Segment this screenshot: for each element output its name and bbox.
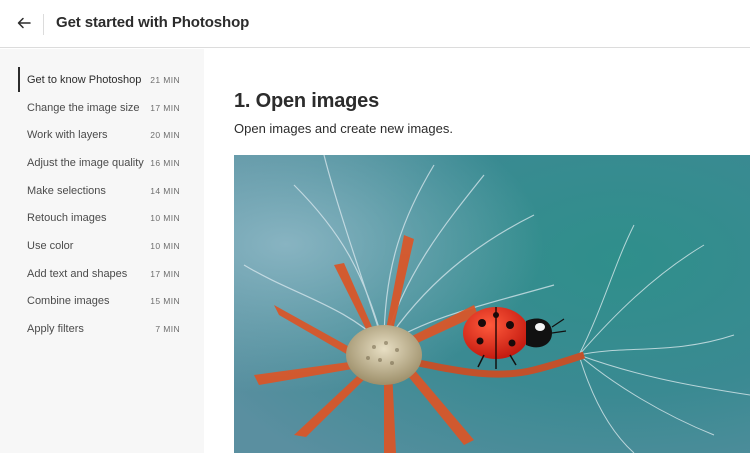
sidebar-item-label: Work with layers xyxy=(27,128,108,141)
sidebar-item-combine-images[interactable]: Combine images 15 MIN xyxy=(18,288,190,313)
sidebar-item-adjust-image-quality[interactable]: Adjust the image quality 16 MIN xyxy=(18,150,190,175)
arrow-left-icon xyxy=(17,16,31,34)
sidebar-item-work-with-layers[interactable]: Work with layers 20 MIN xyxy=(18,122,190,147)
sidebar-item-add-text-and-shapes[interactable]: Add text and shapes 17 MIN xyxy=(18,261,190,286)
sidebar-item-duration: 10 MIN xyxy=(150,240,180,251)
sidebar-item-retouch-images[interactable]: Retouch images 10 MIN xyxy=(18,205,190,230)
sidebar-item-use-color[interactable]: Use color 10 MIN xyxy=(18,233,190,258)
hero-image xyxy=(234,155,750,453)
sidebar-item-label: Adjust the image quality xyxy=(27,156,144,169)
sidebar-item-label: Make selections xyxy=(27,184,106,197)
sidebar-item-apply-filters[interactable]: Apply filters 7 MIN xyxy=(18,316,190,341)
sidebar-item-label: Add text and shapes xyxy=(27,267,128,280)
sidebar-item-label: Use color xyxy=(27,239,74,252)
sidebar-item-duration: 20 MIN xyxy=(150,129,180,140)
sidebar-item-duration: 17 MIN xyxy=(150,268,180,279)
sidebar-item-duration: 21 MIN xyxy=(150,74,180,85)
sidebar-item-label: Retouch images xyxy=(27,211,107,224)
sidebar-item-duration: 10 MIN xyxy=(150,212,180,223)
sidebar-item-duration: 16 MIN xyxy=(150,157,180,168)
sidebar-item-get-to-know-photoshop[interactable]: Get to know Photoshop 21 MIN xyxy=(18,67,190,92)
sidebar-item-duration: 14 MIN xyxy=(150,185,180,196)
sidebar-item-label: Apply filters xyxy=(27,322,84,335)
sidebar-item-change-image-size[interactable]: Change the image size 17 MIN xyxy=(18,95,190,120)
header-divider xyxy=(43,14,44,35)
sidebar-item-duration: 15 MIN xyxy=(150,295,180,306)
lesson-content: 1. Open images Open images and create ne… xyxy=(204,49,750,453)
sidebar-item-make-selections[interactable]: Make selections 14 MIN xyxy=(18,178,190,203)
lesson-title: 1. Open images xyxy=(234,90,380,112)
sidebar-item-duration: 17 MIN xyxy=(150,102,180,113)
ladybug-on-dandelion-photo xyxy=(234,155,750,453)
lesson-sidebar: Get to know Photoshop 21 MIN Change the … xyxy=(0,49,204,453)
page-title: Get started with Photoshop xyxy=(56,14,250,31)
sidebar-item-label: Change the image size xyxy=(27,101,140,114)
app-header: Get started with Photoshop xyxy=(0,0,750,48)
sidebar-item-label: Get to know Photoshop xyxy=(27,73,142,86)
lesson-subtitle: Open images and create new images. xyxy=(234,121,453,136)
sidebar-item-duration: 7 MIN xyxy=(155,323,180,334)
back-button[interactable] xyxy=(11,12,37,38)
sidebar-item-label: Combine images xyxy=(27,294,110,307)
